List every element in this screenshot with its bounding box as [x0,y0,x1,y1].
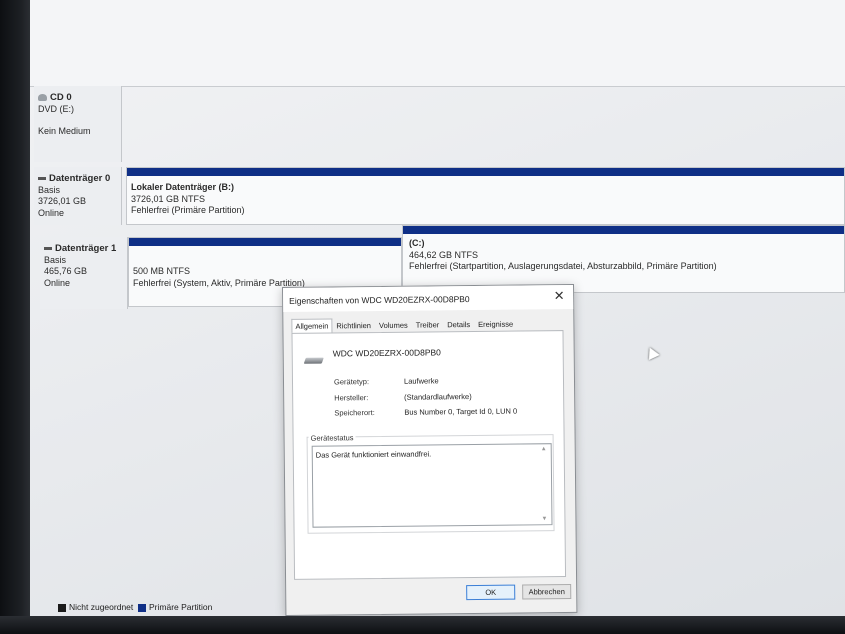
partition-status: Fehlerfrei (Primäre Partition) [131,205,245,215]
monitor-bezel-left [0,0,30,634]
legend: Nicht zugeordnet Primäre Partition [58,602,212,612]
disk-label-disk0[interactable]: Datenträger 0 Basis 3726,01 GB Online [34,167,122,225]
scroll-up-icon[interactable]: ▲ [541,446,547,452]
disk-status: Kein Medium [38,126,91,136]
dialog-title: Eigenschaften von WDC WD20EZRX-00D8PB0 [289,294,470,306]
disk-title: Datenträger 0 [38,173,121,185]
legend-unallocated: Nicht zugeordnet [69,602,134,612]
partition-b[interactable]: Lokaler Datenträger (B:) 3726,01 GB NTFS… [126,167,845,225]
partition-bar-primary [403,226,844,234]
partition-bar-primary [127,168,844,176]
volume-list-area [30,0,845,87]
cd-icon [38,93,47,101]
device-status-label: Gerätestatus [308,433,356,443]
disk-label-disk1[interactable]: Datenträger 1 Basis 465,76 GB Online [40,237,128,309]
disk-state: Online [38,207,65,218]
partition-c[interactable]: (C:) 464,62 GB NTFS Fehlerfrei (Startpar… [402,225,845,293]
disk-label-cd0[interactable]: CD 0 DVD (E:) Kein Medium [34,86,122,162]
partition-name: (C:) [409,238,425,248]
disk-title-text: CD 0 [50,92,72,103]
tab-panel-general: WDC WD20EZRX-00D8PB0 Gerätetyp: Laufwerk… [291,330,567,580]
partition-status: Fehlerfrei (System, Aktiv, Primäre Parti… [133,277,305,288]
device-type-value: Laufwerke [403,376,439,386]
location-label: Speicherort: [334,408,375,418]
partition-content: (C:) 464,62 GB NTFS Fehlerfrei (Startpar… [409,238,717,273]
monitor-bezel-bottom [0,616,845,634]
device-status-text: Das Gerät funktioniert einwandfrei. [315,449,432,460]
legend-swatch-primary [138,603,146,612]
partition-size: 464,62 GB NTFS [409,249,479,260]
partition-size: 3726,01 GB NTFS [131,193,206,204]
device-status-textbox[interactable]: Das Gerät funktioniert einwandfrei. ▲ ▼ [311,443,553,528]
disk-title: CD 0 [38,92,121,104]
disk-state: Online [44,277,71,288]
disk-row-disk0: Datenträger 0 Basis 3726,01 GB Online Lo… [30,163,845,229]
disk-title-text: Datenträger 0 [49,173,111,184]
disk-type: DVD (E:) [38,103,74,114]
tab-details[interactable]: Details [443,317,474,332]
device-name: WDC WD20EZRX-00D8PB0 [332,347,441,359]
disk-management-window: CD 0 DVD (E:) Kein Medium Datenträger 0 … [0,0,845,634]
device-type-label: Gerätetyp: [333,377,370,387]
hard-drive-icon [303,357,324,364]
dialog-titlebar[interactable]: Eigenschaften von WDC WD20EZRX-00D8PB0 ✕ [283,284,574,312]
legend-primary: Primäre Partition [149,602,213,612]
partition-name: Lokaler Datenträger (B:) [131,182,235,192]
disk-icon [38,176,46,180]
location-value: Bus Number 0, Target Id 0, LUN 0 [404,406,518,417]
disk-size: 465,76 GB [44,266,88,276]
partition-content: 500 MB NTFS Fehlerfrei (System, Aktiv, P… [133,266,305,289]
legend-swatch-unallocated [58,603,66,612]
properties-dialog: Eigenschaften von WDC WD20EZRX-00D8PB0 ✕… [282,283,578,616]
close-button[interactable]: ✕ [550,287,568,305]
disk-row-cd0: CD 0 DVD (E:) Kein Medium [30,86,845,164]
partition-status: Fehlerfrei (Startpartition, Auslagerungs… [409,261,717,271]
disk-type: Basis [44,254,67,265]
scroll-down-icon[interactable]: ▼ [541,516,547,522]
ok-button[interactable]: OK [466,584,516,601]
manufacturer-value: (Standardlaufwerke) [404,392,472,402]
disk-title-text: Datenträger 1 [55,243,117,254]
partition-bar-primary [129,238,401,246]
disk-title: Datenträger 1 [44,243,127,255]
disk-type: Basis [38,184,61,195]
disk-icon [44,246,52,250]
manufacturer-label: Hersteller: [334,393,369,403]
disk-size: 3726,01 GB [38,196,87,206]
tab-treiber[interactable]: Treiber [412,317,444,332]
mouse-cursor-icon [644,344,660,361]
cancel-button[interactable]: Abbrechen [522,583,572,600]
partition-content: Lokaler Datenträger (B:) 3726,01 GB NTFS… [131,182,245,217]
partition-size: 500 MB NTFS [133,266,191,276]
